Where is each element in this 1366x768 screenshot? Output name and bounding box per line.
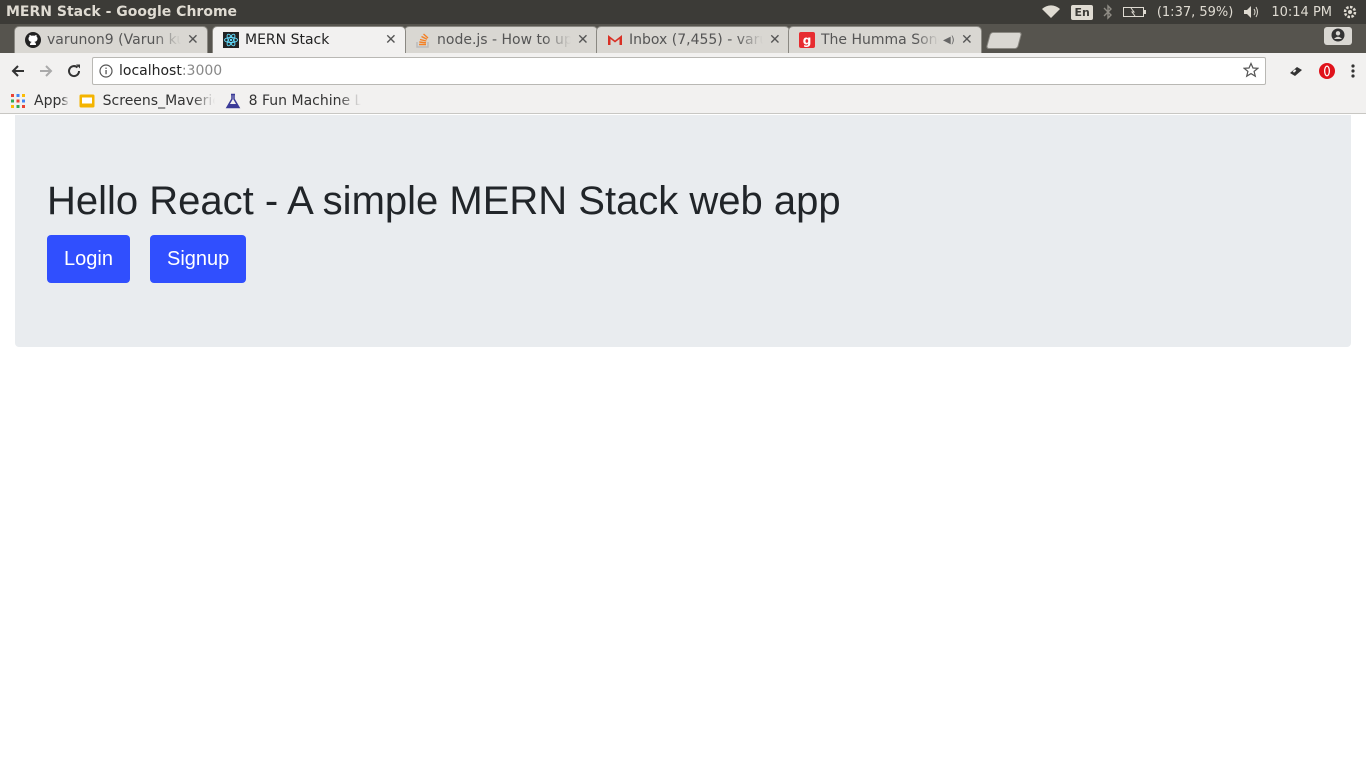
reload-icon[interactable]: [60, 57, 88, 85]
tab-label: Inbox (7,455) - varunon9: [629, 32, 763, 48]
page-title: Hello React - A simple MERN Stack web ap…: [47, 179, 841, 223]
audio-playing-icon[interactable]: ◀): [943, 35, 955, 46]
chrome-menu-icon[interactable]: [1350, 63, 1356, 79]
wifi-icon[interactable]: [1041, 0, 1061, 24]
apps-grid-icon: [10, 93, 26, 109]
tab-stackoverflow[interactable]: node.js - How to upload ✕: [404, 26, 598, 53]
battery-icon[interactable]: [1122, 0, 1147, 24]
close-icon[interactable]: ✕: [769, 32, 781, 48]
user-profile-icon: [1331, 27, 1345, 46]
bookmark-label: Screens_Maverick: [102, 93, 215, 109]
flask-icon: [225, 93, 241, 109]
os-top-bar: MERN Stack - Google Chrome En (1:37, 59%…: [0, 0, 1366, 24]
svg-text:g: g: [803, 34, 812, 48]
close-icon[interactable]: ✕: [385, 32, 397, 48]
bookmark-apps[interactable]: Apps: [10, 93, 69, 109]
bookmark-fun-machine-learning[interactable]: 8 Fun Machine Learning: [225, 93, 361, 109]
tab-label: MERN Stack: [245, 32, 330, 48]
url-port: :3000: [181, 63, 223, 79]
opera-vpn-extension-icon[interactable]: [1318, 62, 1336, 80]
page-viewport: Hello React - A simple MERN Stack web ap…: [0, 115, 1366, 768]
tab-label: node.js - How to upload: [437, 32, 571, 48]
tab-mern-stack[interactable]: MERN Stack ✕: [212, 26, 406, 53]
close-icon[interactable]: ✕: [961, 32, 973, 48]
address-bar[interactable]: localhost:3000: [92, 57, 1266, 85]
profile-button[interactable]: [1324, 27, 1352, 45]
window-title: MERN Stack - Google Chrome: [6, 4, 238, 20]
settings-gear-icon[interactable]: [1342, 0, 1358, 24]
signup-button[interactable]: Signup: [150, 235, 246, 283]
new-tab-button[interactable]: [985, 32, 1023, 49]
bookmarks-bar: Apps Screens_Maverick 8 Fun Machine Lear…: [0, 89, 1366, 114]
volume-icon[interactable]: [1243, 0, 1261, 24]
browser-toolbar: localhost:3000: [0, 53, 1366, 89]
keyboard-language-indicator[interactable]: En: [1071, 0, 1093, 24]
tab-strip: varunon9 (Varun kumar) ✕ MERN Stack ✕ no…: [0, 24, 1366, 53]
slides-icon: [79, 93, 95, 109]
stackoverflow-icon: [415, 32, 431, 48]
keyboard-language-label: En: [1071, 4, 1093, 20]
tab-label: The Humma Song: [821, 32, 939, 48]
bookmark-screens-maverick[interactable]: Screens_Maverick: [79, 93, 215, 109]
bookmark-label: Apps: [34, 93, 69, 109]
gmail-icon: [607, 32, 623, 48]
close-icon[interactable]: ✕: [187, 32, 199, 48]
tab-gmail[interactable]: Inbox (7,455) - varunon9 ✕: [596, 26, 790, 53]
battery-status-text: (1:37, 59%): [1156, 4, 1234, 20]
extensions-area: [1288, 53, 1366, 89]
github-icon: [25, 32, 41, 48]
login-button[interactable]: Login: [47, 235, 130, 283]
close-icon[interactable]: ✕: [577, 32, 589, 48]
back-arrow-icon[interactable]: [4, 57, 32, 85]
system-tray: En (1:37, 59%) 10:14 PM: [1041, 0, 1366, 24]
bookmark-star-icon[interactable]: [1242, 62, 1260, 82]
tab-label: varunon9 (Varun kumar): [47, 32, 181, 48]
bluetooth-icon[interactable]: [1103, 0, 1113, 24]
forward-arrow-icon[interactable]: [32, 57, 60, 85]
tab-github[interactable]: varunon9 (Varun kumar) ✕: [14, 26, 208, 53]
tab-gaana[interactable]: g The Humma Song ◀) ✕: [788, 26, 982, 53]
extension-icon[interactable]: [1288, 63, 1304, 79]
info-icon[interactable]: [99, 64, 113, 78]
react-icon: [223, 32, 239, 48]
url-host: localhost: [119, 63, 182, 79]
bookmark-label: 8 Fun Machine Learning: [248, 93, 361, 109]
jumbotron: Hello React - A simple MERN Stack web ap…: [15, 115, 1351, 347]
gaana-icon: g: [799, 32, 815, 48]
clock[interactable]: 10:14 PM: [1271, 5, 1332, 20]
